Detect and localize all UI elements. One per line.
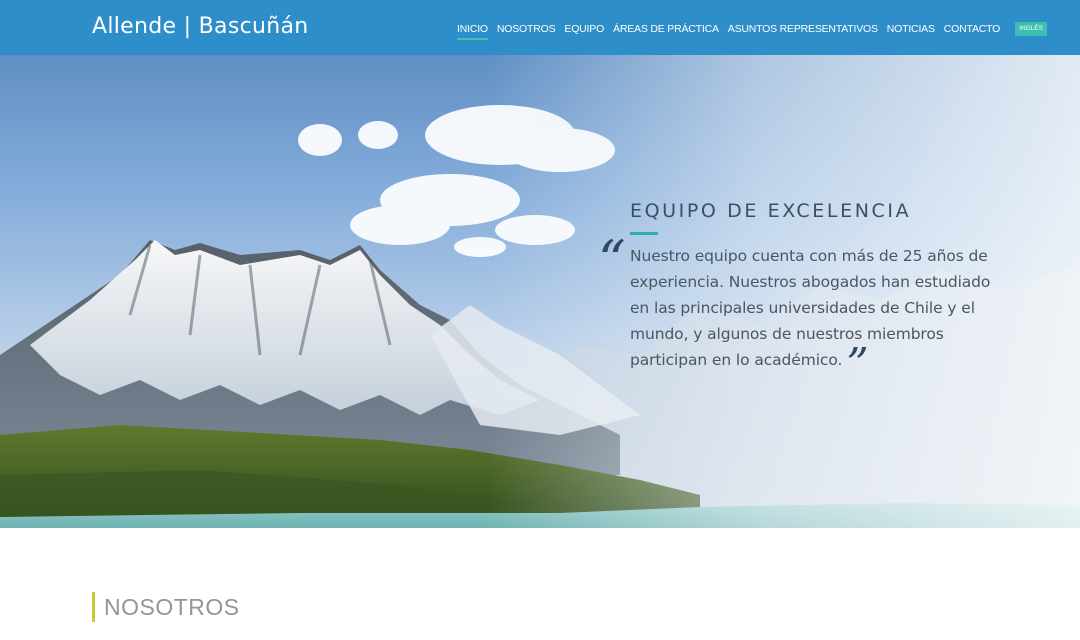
language-toggle-button[interactable]: INGLÉS bbox=[1015, 22, 1047, 36]
nav-item-noticias[interactable]: NOTICIAS bbox=[887, 22, 935, 36]
main-nav: INICIO NOSOTROS EQUIPO ÁREAS DE PRÁCTICA… bbox=[457, 22, 1047, 40]
site-logo[interactable]: Allende | Bascuñán bbox=[92, 11, 309, 43]
hero-title: EQUIPO DE EXCELENCIA bbox=[630, 200, 912, 222]
site-header: Allende | Bascuñán INICIO NOSOTROS EQUIP… bbox=[0, 0, 1080, 55]
hero-banner: EQUIPO DE EXCELENCIA “ Nuestro equipo cu… bbox=[0, 55, 1080, 528]
hero-title-underline bbox=[630, 232, 658, 235]
nav-item-areas-de-practica[interactable]: ÁREAS DE PRÁCTICA bbox=[613, 22, 719, 36]
nav-item-asuntos-representativos[interactable]: ASUNTOS REPRESENTATIVOS bbox=[728, 22, 878, 36]
section-heading-nosotros: NOSOTROS bbox=[92, 592, 240, 622]
quote-close-icon: ” bbox=[846, 339, 869, 390]
nav-item-nosotros[interactable]: NOSOTROS bbox=[497, 22, 556, 36]
nav-item-inicio[interactable]: INICIO bbox=[457, 22, 488, 40]
quote-open-icon: “ bbox=[598, 229, 626, 292]
nav-item-equipo[interactable]: EQUIPO bbox=[564, 22, 604, 36]
hero-quote-text: Nuestro equipo cuenta con más de 25 años… bbox=[630, 243, 1010, 387]
hero-copy: EQUIPO DE EXCELENCIA “ Nuestro equipo cu… bbox=[598, 199, 1010, 387]
nav-item-contacto[interactable]: CONTACTO bbox=[944, 22, 1001, 36]
hero-quote-body: Nuestro equipo cuenta con más de 25 años… bbox=[630, 247, 991, 369]
